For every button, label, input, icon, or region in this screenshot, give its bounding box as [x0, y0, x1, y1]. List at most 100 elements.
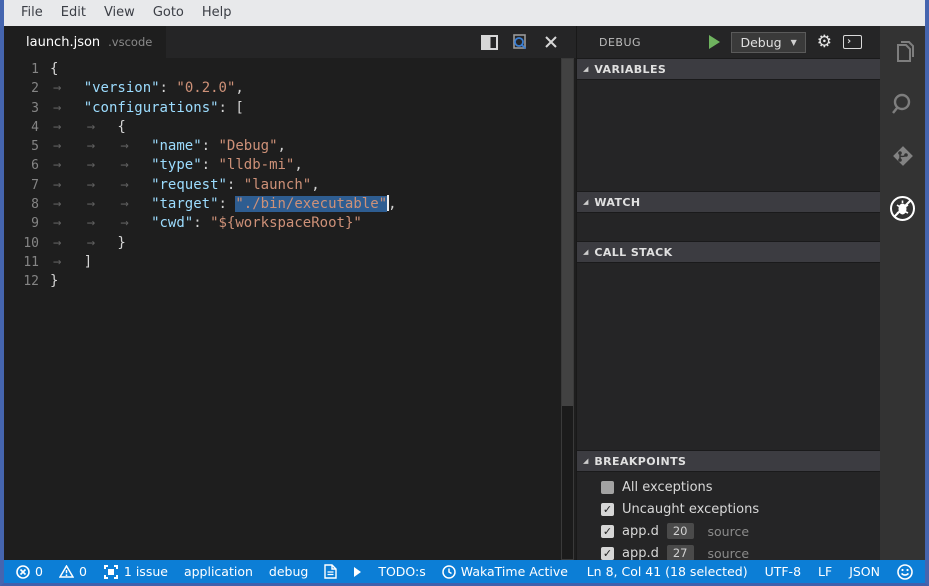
- warning-icon: [59, 565, 74, 578]
- json-key: "request": [151, 177, 227, 193]
- split-editor-icon[interactable]: [480, 33, 498, 51]
- status-item[interactable]: Ln 8, Col 41 (18 selected): [587, 564, 748, 579]
- json-punctuation: :: [227, 177, 244, 193]
- line-content: →"configurations": [: [50, 99, 244, 118]
- tab-whitespace-arrow: →: [84, 176, 118, 195]
- editor-scrollbar-thumb[interactable]: [562, 59, 573, 406]
- tab-whitespace-arrow: →: [84, 137, 118, 156]
- line-number: 4: [4, 118, 50, 137]
- play-small-icon: [353, 566, 362, 578]
- line-content: →→{: [50, 118, 126, 137]
- play-small-status-item[interactable]: [353, 566, 362, 578]
- json-punctuation: ,: [235, 80, 243, 96]
- configure-gear-icon[interactable]: ⚙: [817, 34, 832, 51]
- main-area: launch.json .vscode 1{2→"version": "0.2.…: [4, 26, 925, 560]
- tab-whitespace-arrow: →: [50, 79, 84, 98]
- checkbox-checked[interactable]: ✓: [601, 503, 614, 516]
- issue-status-item[interactable]: 1 issue: [103, 564, 168, 580]
- debug-config-dropdown[interactable]: Debug ▼: [731, 32, 805, 53]
- json-punctuation: :: [160, 80, 177, 96]
- clock-icon: [442, 565, 456, 579]
- code-line[interactable]: 6→→→"type": "lldb-mi",: [4, 156, 576, 175]
- tab-whitespace-arrow: →: [50, 214, 84, 233]
- open-preview-icon[interactable]: [511, 33, 529, 51]
- status-item[interactable]: application: [184, 564, 253, 579]
- status-item[interactable]: JSON: [849, 564, 880, 579]
- code-line[interactable]: 7→→→"request": "launch",: [4, 176, 576, 195]
- code-line[interactable]: 9→→→"cwd": "${workspaceRoot}": [4, 214, 576, 233]
- code-line[interactable]: 5→→→"name": "Debug",: [4, 137, 576, 156]
- json-punctuation: ,: [388, 196, 396, 212]
- json-string: "launch": [244, 177, 311, 193]
- debug-sidebar-titlebar: DEBUG Debug ▼ ⚙ ›: [577, 26, 880, 58]
- menu-item-edit[interactable]: Edit: [52, 0, 95, 26]
- menu-item-view[interactable]: View: [95, 0, 144, 26]
- git-icon[interactable]: [889, 142, 917, 170]
- section-body-variables: [577, 80, 880, 191]
- editor-group: launch.json .vscode 1{2→"version": "0.2.…: [4, 26, 576, 560]
- status-item-label: WakaTime Active: [461, 564, 568, 579]
- status-item-label: LF: [818, 564, 832, 579]
- tab-launch-json[interactable]: launch.json .vscode: [4, 26, 166, 58]
- debug-controls: Debug ▼ ⚙ ›: [709, 32, 862, 53]
- collapse-twistie-icon: ◢: [583, 248, 588, 256]
- debug-icon[interactable]: [889, 194, 917, 222]
- status-item[interactable]: debug: [269, 564, 308, 579]
- code-line[interactable]: 11→]: [4, 253, 576, 272]
- tab-whitespace-arrow: →: [84, 195, 118, 214]
- editor-actions: [480, 33, 576, 51]
- line-content: →→→"cwd": "${workspaceRoot}": [50, 214, 362, 233]
- breakpoint-row[interactable]: All exceptions: [577, 476, 880, 498]
- json-punctuation: {: [117, 119, 125, 135]
- code-editor[interactable]: 1{2→"version": "0.2.0",3→"configurations…: [4, 58, 576, 560]
- section-header-watch[interactable]: ◢ WATCH: [577, 191, 880, 213]
- line-number: 7: [4, 176, 50, 195]
- status-item-label: debug: [269, 564, 308, 579]
- section-label: WATCH: [594, 196, 640, 209]
- checkbox-checked[interactable]: ✓: [601, 547, 614, 560]
- line-number: 6: [4, 156, 50, 175]
- tab-whitespace-arrow: →: [50, 137, 84, 156]
- json-punctuation: ,: [294, 157, 302, 173]
- status-item[interactable]: LF: [818, 564, 832, 579]
- clock-status-item[interactable]: WakaTime Active: [442, 564, 568, 579]
- section-label: VARIABLES: [594, 63, 666, 76]
- start-debug-button[interactable]: [709, 35, 720, 49]
- smiley-status-item[interactable]: [897, 564, 913, 580]
- section-header-breakpoints[interactable]: ◢BREAKPOINTS: [577, 450, 880, 472]
- editor-scrollbar[interactable]: [561, 58, 574, 560]
- close-editor-icon[interactable]: [542, 33, 560, 51]
- json-string: "0.2.0": [176, 80, 235, 96]
- status-item[interactable]: UTF-8: [765, 564, 801, 579]
- error-status-item[interactable]: 0: [16, 564, 43, 579]
- code-line[interactable]: 2→"version": "0.2.0",: [4, 79, 576, 98]
- tab-file-name: launch.json: [26, 35, 100, 50]
- warning-status-item[interactable]: 0: [59, 564, 87, 579]
- collapse-twistie-icon: ◢: [583, 198, 588, 206]
- section-header-callstack[interactable]: ◢CALL STACK: [577, 241, 880, 263]
- code-area[interactable]: 1{2→"version": "0.2.0",3→"configurations…: [4, 60, 576, 560]
- section-header-variables[interactable]: ◢VARIABLES: [577, 58, 880, 80]
- menu-item-file[interactable]: File: [12, 0, 52, 26]
- line-number: 1: [4, 60, 50, 79]
- debug-console-icon[interactable]: ›: [843, 35, 862, 49]
- menu-item-goto[interactable]: Goto: [144, 0, 193, 26]
- code-line[interactable]: 4→→{: [4, 118, 576, 137]
- breakpoint-row[interactable]: ✓app.d20source: [577, 520, 880, 542]
- code-line[interactable]: 10→→}: [4, 234, 576, 253]
- code-line[interactable]: 8→→→"target": "./bin/executable",: [4, 195, 576, 214]
- code-line[interactable]: 3→"configurations": [: [4, 99, 576, 118]
- breakpoint-row[interactable]: ✓Uncaught exceptions: [577, 498, 880, 520]
- line-content: {: [50, 60, 58, 79]
- code-line[interactable]: 1{: [4, 60, 576, 79]
- menu-item-help[interactable]: Help: [193, 0, 241, 26]
- file-status-item[interactable]: [324, 564, 337, 579]
- json-key: "type": [151, 157, 202, 173]
- search-icon[interactable]: [889, 90, 917, 118]
- files-icon[interactable]: [889, 38, 917, 66]
- status-item[interactable]: TODO:s: [378, 564, 425, 579]
- code-line[interactable]: 12}: [4, 272, 576, 291]
- section-variables: ◢VARIABLES: [577, 58, 880, 191]
- checkbox-unchecked[interactable]: [601, 481, 614, 494]
- checkbox-checked[interactable]: ✓: [601, 525, 614, 538]
